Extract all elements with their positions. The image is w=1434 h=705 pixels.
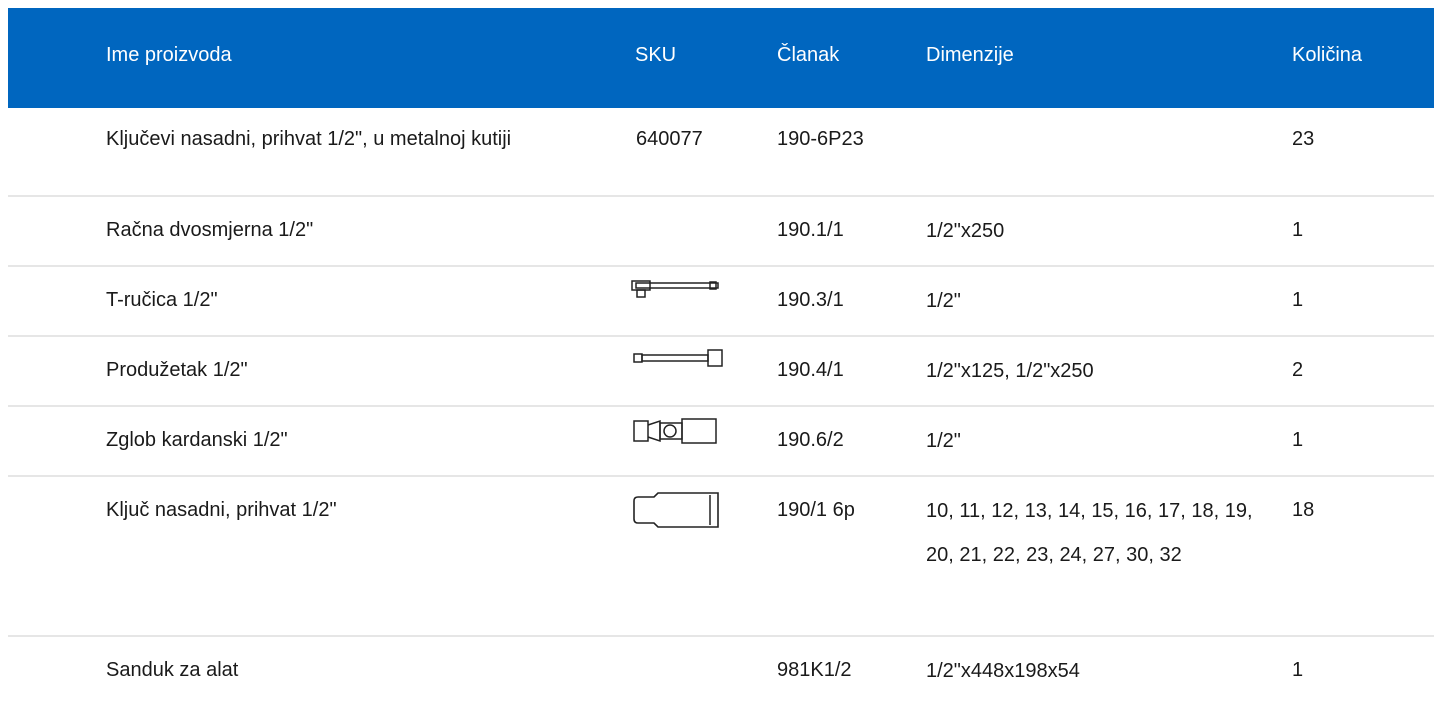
cell-dimensions: 1/2"x448x198x54 <box>926 660 1080 682</box>
table-row: Sanduk za alat 981K1/2 1/2"x448x198x54 1 <box>8 637 1434 705</box>
extension-bar-icon <box>633 349 723 367</box>
cell-article: 190.1/1 <box>777 219 844 241</box>
cell-quantity: 1 <box>1292 429 1304 451</box>
cell-name: Zglob kardanski 1/2" <box>106 429 288 451</box>
cell-dimensions: 1/2"x125, 1/2"x250 <box>926 360 1094 382</box>
cell-dimensions: 1/2" <box>926 290 961 312</box>
table-row: Račna dvosmjerna 1/2" 190.1/1 1/2"x250 1 <box>8 197 1434 267</box>
cell-article: 190.6/2 <box>777 429 844 451</box>
universal-joint-icon <box>633 418 717 444</box>
table-row: Ključ nasadni, prihvat 1/2" 190/1 6p 10,… <box>8 477 1434 637</box>
cell-quantity: 2 <box>1292 359 1304 381</box>
cell-name: Ključevi nasadni, prihvat 1/2", u metaln… <box>106 128 512 150</box>
cell-dimensions: 1/2" <box>926 430 961 452</box>
table-row: Produžetak 1/2" 190.4/1 1/2"x125, 1/2"x2… <box>8 337 1434 407</box>
cell-quantity: 1 <box>1292 219 1304 241</box>
product-table: Ime proizvoda SKU Članak Dimenzije Količ… <box>8 8 1434 705</box>
cell-name: T-ručica 1/2" <box>106 289 218 311</box>
cell-name: Sanduk za alat <box>106 659 239 681</box>
cell-name: Produžetak 1/2" <box>106 359 248 381</box>
cell-quantity: 1 <box>1292 659 1304 681</box>
table-header: Ime proizvoda SKU Članak Dimenzije Količ… <box>8 8 1434 108</box>
t-handle-icon <box>631 280 719 298</box>
cell-name: Ključ nasadni, prihvat 1/2" <box>106 499 337 521</box>
header-dimensions: Dimenzije <box>926 44 1014 66</box>
cell-article: 981K1/2 <box>777 659 852 681</box>
table-row: Ključevi nasadni, prihvat 1/2", u metaln… <box>8 108 1434 197</box>
header-quantity: Količina <box>1292 44 1363 66</box>
header-name: Ime proizvoda <box>106 44 232 66</box>
cell-dimensions: 1/2"x250 <box>926 220 1005 242</box>
socket-icon <box>633 492 719 528</box>
table-row: T-ručica 1/2" 190.3/1 1/2" 1 <box>8 267 1434 337</box>
cell-sku: 640077 <box>636 128 703 150</box>
cell-article: 190.4/1 <box>777 359 844 381</box>
cell-article: 190/1 6p <box>777 499 855 521</box>
cell-article: 190-6P23 <box>777 128 864 150</box>
cell-quantity: 18 <box>1292 499 1315 521</box>
cell-quantity: 1 <box>1292 289 1304 311</box>
header-article: Članak <box>777 44 840 66</box>
cell-dimensions: 10, 11, 12, 13, 14, 15, 16, 17, 18, 19, … <box>926 500 1253 566</box>
header-sku: SKU <box>635 44 677 66</box>
table-row: Zglob kardanski 1/2" 190.6/2 1/2" 1 <box>8 407 1434 477</box>
cell-name: Račna dvosmjerna 1/2" <box>106 219 314 241</box>
cell-quantity: 23 <box>1292 128 1315 150</box>
cell-article: 190.3/1 <box>777 289 844 311</box>
